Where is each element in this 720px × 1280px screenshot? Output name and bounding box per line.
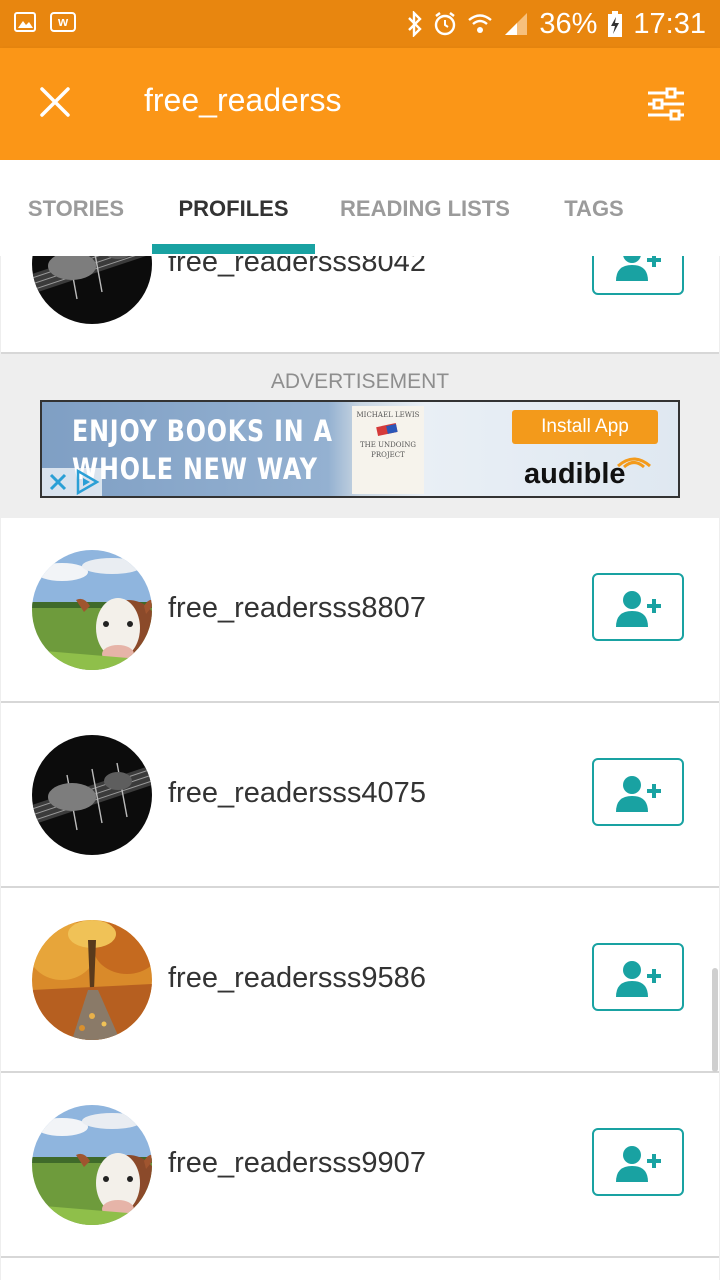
scrollbar[interactable] [712, 968, 718, 1072]
ad-headline-line-1: ENJOY BOOKS IN A [72, 414, 333, 448]
follow-button[interactable] [592, 943, 684, 1011]
follow-button[interactable] [592, 758, 684, 826]
wifi-icon [468, 14, 493, 33]
profile-row[interactable]: free_readersss9907 [1, 1073, 719, 1258]
result-tabs: STORIES PROFILES READING LISTS TAGS [0, 160, 720, 256]
signal-icon [505, 13, 528, 35]
profile-username[interactable]: free_readersss9586 [168, 960, 426, 996]
ad-install-button[interactable]: Install App [512, 410, 658, 444]
ad-headline-line-2: WHOLE NEW WAY [72, 452, 318, 486]
profile-row[interactable]: free_readersss4075 [1, 703, 719, 888]
avatar[interactable] [32, 1105, 152, 1225]
avatar[interactable] [32, 550, 152, 670]
ad-banner[interactable]: ENJOY BOOKS IN A WHOLE NEW WAY MICHAEL L… [40, 400, 680, 498]
profile-results-list[interactable]: free_readersss8042 ADVERTISEMENT ENJOY B… [0, 256, 720, 1280]
ad-headline: ENJOY BOOKS IN A WHOLE NEW WAY [72, 412, 333, 488]
tab-reading-lists[interactable]: READING LISTS [315, 160, 535, 256]
profile-row[interactable]: free_readersss9586 [1, 888, 719, 1073]
tab-stories[interactable]: STORIES [0, 160, 152, 256]
bluetooth-icon [408, 11, 423, 37]
ad-book-author: MICHAEL LEWIS [356, 411, 420, 419]
battery-percent: 36% [539, 7, 598, 40]
filter-button[interactable] [640, 78, 692, 130]
add-person-icon [616, 591, 661, 627]
battery-charging-icon [608, 11, 623, 37]
alarm-icon [435, 12, 456, 36]
add-person-icon [616, 961, 661, 997]
tab-tags[interactable]: TAGS [535, 160, 653, 256]
follow-button[interactable] [592, 573, 684, 641]
ad-book-cover: MICHAEL LEWIS THE UNDOING PROJECT [352, 406, 424, 494]
ad-choices[interactable] [42, 468, 102, 496]
gallery-icon [14, 12, 36, 32]
ad-brand-logo: audible [524, 457, 651, 491]
ad-choices-icon[interactable] [73, 468, 101, 496]
avatar[interactable] [32, 920, 152, 1040]
avatar[interactable] [32, 256, 152, 324]
profile-username[interactable]: free_readersss8807 [168, 590, 426, 626]
advertisement: ADVERTISEMENT ENJOY BOOKS IN A WHOLE NEW… [0, 354, 720, 516]
active-tab-indicator [152, 244, 315, 254]
clock: 17:31 [633, 7, 706, 40]
tab-profiles[interactable]: PROFILES [152, 160, 315, 256]
ad-label: ADVERTISEMENT [270, 370, 450, 393]
add-person-icon [616, 776, 661, 812]
profile-row[interactable]: free_readersss8807 [1, 518, 719, 703]
status-bar: w 36% 17:31 [0, 0, 720, 48]
close-button[interactable] [30, 74, 82, 130]
ad-close-icon[interactable] [44, 468, 72, 496]
profile-row[interactable]: free_readersss8042 [1, 256, 719, 354]
filter-icon [648, 87, 684, 121]
close-icon [40, 87, 70, 117]
profile-row-partial[interactable] [1, 1258, 719, 1280]
wattpad-icon: w [50, 12, 76, 32]
profile-username[interactable]: free_readersss4075 [168, 775, 426, 811]
profile-username[interactable]: free_readersss9907 [168, 1145, 426, 1181]
add-person-icon [616, 256, 661, 281]
profile-username[interactable]: free_readersss8042 [168, 256, 426, 280]
follow-button[interactable] [592, 1128, 684, 1196]
add-person-icon [616, 1146, 661, 1182]
follow-button[interactable] [592, 256, 684, 295]
search-app-bar: free_readerss [0, 48, 720, 160]
ad-book-title: THE UNDOING PROJECT [360, 441, 416, 459]
avatar[interactable] [32, 735, 152, 855]
search-query[interactable]: free_readerss [144, 82, 341, 119]
